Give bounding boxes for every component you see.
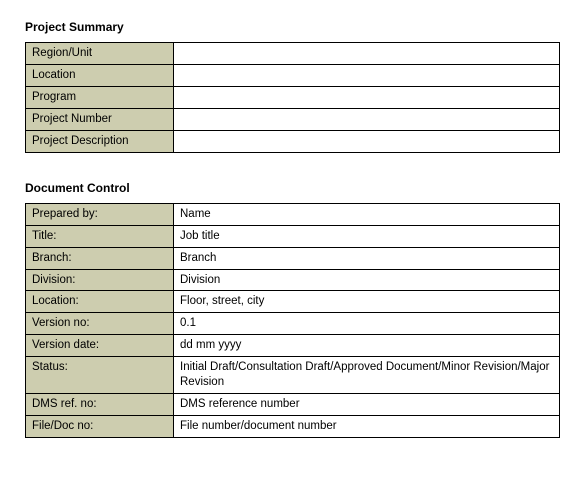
field-value: dd mm yyyy bbox=[174, 335, 560, 357]
field-label: Version no: bbox=[26, 313, 174, 335]
field-label: Title: bbox=[26, 225, 174, 247]
field-label: Region/Unit bbox=[26, 43, 174, 65]
field-value: Initial Draft/Consultation Draft/Approve… bbox=[174, 357, 560, 394]
field-label: Location bbox=[26, 64, 174, 86]
field-label: Program bbox=[26, 86, 174, 108]
table-row: File/Doc no: File number/document number bbox=[26, 416, 560, 438]
field-label: Branch: bbox=[26, 247, 174, 269]
table-row: DMS ref. no: DMS reference number bbox=[26, 394, 560, 416]
field-label: Prepared by: bbox=[26, 203, 174, 225]
field-value: Division bbox=[174, 269, 560, 291]
field-value: File number/document number bbox=[174, 416, 560, 438]
field-label: Version date: bbox=[26, 335, 174, 357]
field-label: Project Number bbox=[26, 108, 174, 130]
field-value: Job title bbox=[174, 225, 560, 247]
table-row: Division: Division bbox=[26, 269, 560, 291]
table-row: Branch: Branch bbox=[26, 247, 560, 269]
field-value bbox=[174, 108, 560, 130]
project-summary-title: Project Summary bbox=[25, 20, 560, 34]
field-label: File/Doc no: bbox=[26, 416, 174, 438]
field-value bbox=[174, 43, 560, 65]
field-value: Branch bbox=[174, 247, 560, 269]
field-label: DMS ref. no: bbox=[26, 394, 174, 416]
field-label: Division: bbox=[26, 269, 174, 291]
field-label: Status: bbox=[26, 357, 174, 394]
table-row: Location: Floor, street, city bbox=[26, 291, 560, 313]
field-value: Floor, street, city bbox=[174, 291, 560, 313]
field-label: Project Description bbox=[26, 130, 174, 152]
field-value bbox=[174, 86, 560, 108]
table-row: Location bbox=[26, 64, 560, 86]
project-summary-table: Region/Unit Location Program Project Num… bbox=[25, 42, 560, 153]
field-value: 0.1 bbox=[174, 313, 560, 335]
table-row: Version no: 0.1 bbox=[26, 313, 560, 335]
field-value bbox=[174, 64, 560, 86]
document-control-title: Document Control bbox=[25, 181, 560, 195]
project-summary-section: Project Summary Region/Unit Location Pro… bbox=[25, 20, 560, 153]
table-row: Version date: dd mm yyyy bbox=[26, 335, 560, 357]
field-label: Location: bbox=[26, 291, 174, 313]
table-row: Region/Unit bbox=[26, 43, 560, 65]
field-value: DMS reference number bbox=[174, 394, 560, 416]
field-value: Name bbox=[174, 203, 560, 225]
table-row: Status: Initial Draft/Consultation Draft… bbox=[26, 357, 560, 394]
table-row: Project Description bbox=[26, 130, 560, 152]
document-control-section: Document Control Prepared by: Name Title… bbox=[25, 181, 560, 438]
table-row: Title: Job title bbox=[26, 225, 560, 247]
document-control-table: Prepared by: Name Title: Job title Branc… bbox=[25, 203, 560, 438]
table-row: Project Number bbox=[26, 108, 560, 130]
table-row: Program bbox=[26, 86, 560, 108]
table-row: Prepared by: Name bbox=[26, 203, 560, 225]
field-value bbox=[174, 130, 560, 152]
